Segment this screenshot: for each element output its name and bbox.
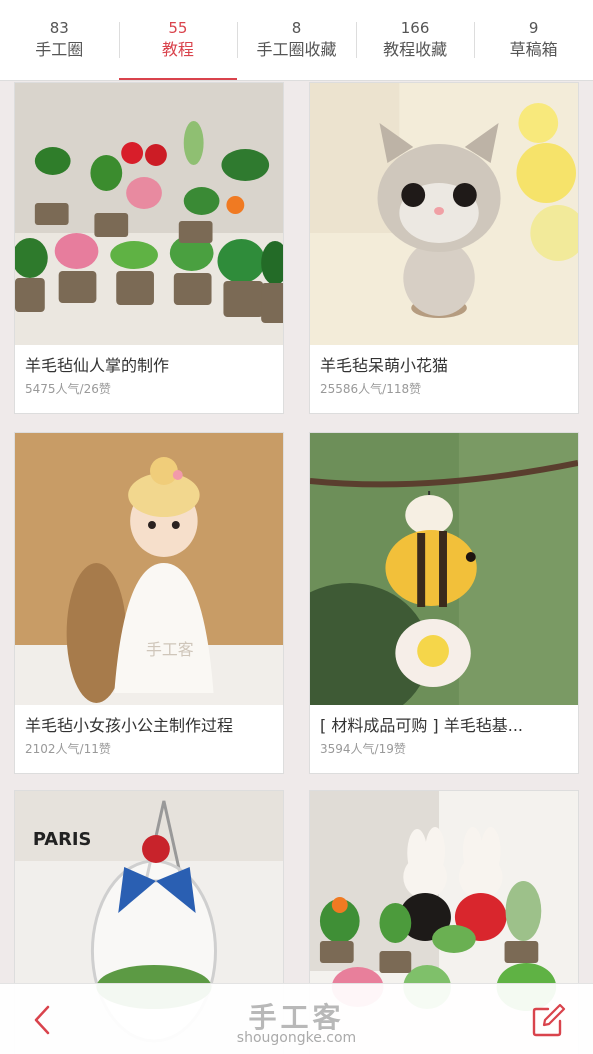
paris-print: PARIS [33,829,92,850]
tab-label: 教程 [161,40,194,59]
card-title: 羊毛毡呆萌小花猫 [320,356,449,375]
tutorial-grid: 羊毛毡仙人掌的制作 5475人气/26赞 羊毛毡呆萌小花猫 25586人气/11… [0,80,593,1054]
pencil-square-icon [532,1003,566,1037]
tab-label: 手工圈 [35,40,84,59]
card-stats: 25586人气/118赞 [320,382,422,396]
tab-tutorial-favorites[interactable]: 166 教程收藏 [355,0,475,80]
bee-thumbnail [310,433,578,705]
tab-count: 83 [49,19,69,37]
tab-count: 166 [400,19,430,37]
card-title: 羊毛毡小女孩小公主制作过程 [25,716,234,735]
tab-count: 9 [528,19,539,37]
tutorial-card[interactable]: 手工客 羊毛毡小女孩小公主制作过程 2102人气/11赞 [14,432,284,774]
tab-bar: 83 手工圈 55 教程 8 手工圈收藏 166 教程收藏 9 草稿箱 [0,0,593,81]
bottom-toolbar: 手工客 shougongke.com [0,983,593,1054]
card-title: 羊毛毡仙人掌的制作 [25,356,170,375]
tab-tutorials[interactable]: 55 教程 [118,0,238,80]
cat-thumbnail [310,83,578,345]
tab-circle-favorites[interactable]: 8 手工圈收藏 [237,0,356,80]
tab-label: 草稿箱 [509,40,558,59]
cactus-thumbnail [15,83,283,345]
card-title: [ 材料成品可购 ] 羊毛毡基... [320,716,524,735]
doll-watermark: 手工客 [146,640,194,659]
tutorial-card[interactable]: [ 材料成品可购 ] 羊毛毡基... 3594人气/19赞 [309,432,579,774]
tab-count: 55 [168,19,188,37]
tab-count: 8 [291,19,302,37]
card-stats: 5475人气/26赞 [25,382,111,396]
tab-label: 手工圈收藏 [256,40,337,59]
tutorial-card[interactable]: 羊毛毡呆萌小花猫 25586人气/118赞 [309,82,579,414]
tutorial-card[interactable]: 羊毛毡仙人掌的制作 5475人气/26赞 [14,82,284,414]
card-stats: 3594人气/19赞 [320,742,406,756]
card-stats: 2102人气/11赞 [25,742,111,756]
edit-button[interactable] [527,998,571,1042]
watermark-domain: shougongke.com [236,1030,357,1046]
tab-handicraft-circle[interactable]: 83 手工圈 [0,0,119,80]
tab-label: 教程收藏 [383,40,448,59]
girl-doll-thumbnail: 手工客 [15,433,283,705]
tab-drafts[interactable]: 9 草稿箱 [474,0,593,80]
